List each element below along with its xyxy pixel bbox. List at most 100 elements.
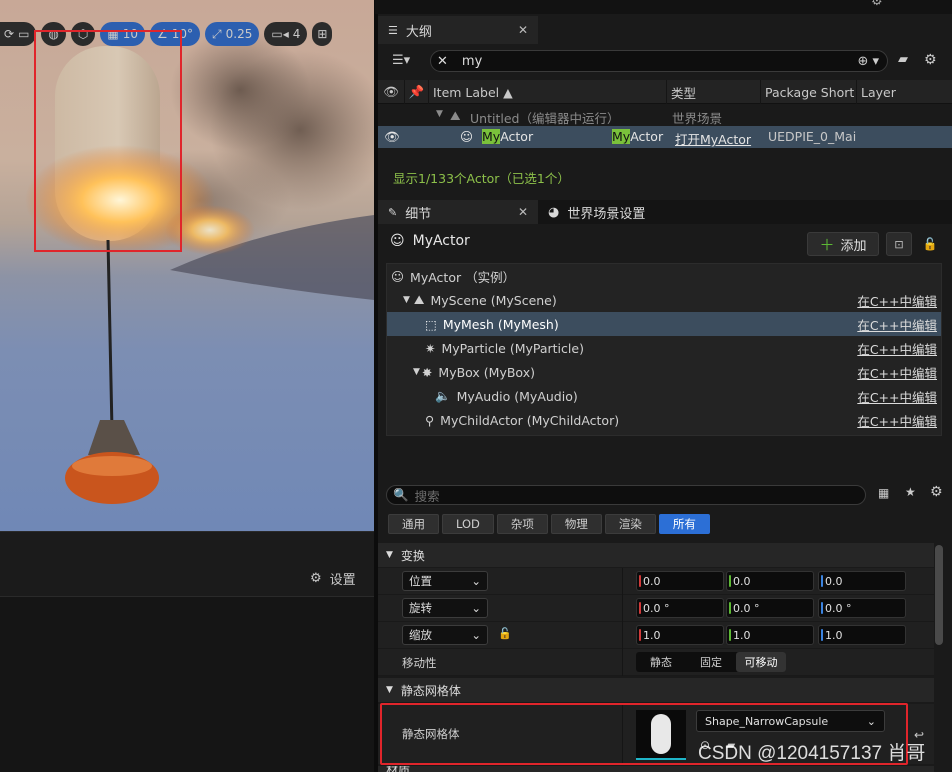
scale-z[interactable]: 1.0 bbox=[818, 625, 906, 645]
section-static-mesh[interactable]: ▼ 静态网格体 bbox=[378, 678, 934, 702]
outliner-toolbar: ☰▾ ✕ my ⊕ ▾ ▰ ⚙ bbox=[378, 48, 952, 76]
component-tree: ☺ MyActor （实例） ▼ ⛰ MyScene (MyScene) 在C+… bbox=[386, 263, 942, 436]
gear-icon[interactable]: ⚙ bbox=[930, 484, 943, 500]
visibility-column[interactable]: 👁 bbox=[378, 80, 404, 104]
filter-icon[interactable]: ☰▾ bbox=[392, 53, 410, 68]
outliner-world-row[interactable]: ▼ ⛰ Untitled（编辑器中运行） 世界场景 bbox=[378, 106, 952, 126]
close-icon[interactable]: ✕ bbox=[518, 205, 528, 219]
add-component-button[interactable]: ＋ 添加 bbox=[807, 232, 879, 256]
clear-search-icon[interactable]: ✕ bbox=[437, 54, 448, 69]
mobility-static[interactable]: 静态 bbox=[636, 652, 686, 672]
column-type[interactable]: 类型 bbox=[666, 80, 760, 104]
mobility-row: 移动性 静态 固定 可移动 bbox=[378, 649, 934, 676]
pin-column[interactable]: 📌 bbox=[404, 80, 428, 104]
outliner-icon: ☰ bbox=[388, 23, 398, 37]
level-viewport[interactable]: ⟳ ▭ ◍ ⬡ ▦ 10 ∠ 10° ⤢ 0.25 ▭◂ 4 ⊞ bbox=[0, 0, 374, 531]
viewport-realtime-button[interactable]: ⟳ ▭ bbox=[0, 22, 37, 46]
add-filter-icon[interactable]: ⊕ ▾ bbox=[857, 54, 879, 69]
eye-icon: 👁 bbox=[383, 84, 399, 99]
scene-icon: ⛰ bbox=[413, 292, 425, 307]
rotation-dropdown[interactable]: 旋转 ⌄ bbox=[402, 598, 488, 618]
close-icon[interactable]: ✕ bbox=[518, 23, 528, 37]
lock-icon[interactable]: 🔓 bbox=[498, 627, 512, 640]
component-row[interactable]: ☺ MyActor （实例） bbox=[387, 264, 941, 288]
scale-x[interactable]: 1.0 bbox=[636, 625, 724, 645]
camera-speed-button[interactable]: ▭◂ 4 bbox=[264, 22, 308, 46]
section-transform[interactable]: ▼ 变换 bbox=[378, 543, 934, 567]
settings-button[interactable]: ⚙ 设置 bbox=[310, 569, 356, 588]
outliner-search[interactable]: ✕ my ⊕ ▾ bbox=[430, 50, 888, 72]
tab-world-settings[interactable]: ◕ 世界场景设置 bbox=[538, 200, 708, 224]
actor-icon: ☺ bbox=[460, 129, 474, 144]
viewport-layout-button[interactable]: ⊞ bbox=[312, 22, 333, 46]
outliner-header: 👁 📌 Item Label ▲ 类型 Package Short I Laye… bbox=[378, 80, 952, 104]
mobility-stationary[interactable]: 固定 bbox=[686, 652, 736, 672]
component-row[interactable]: ⬚ MyMesh (MyMesh) 在C++中编辑 bbox=[387, 312, 941, 336]
globe-icon: ◕ bbox=[548, 204, 560, 220]
component-row[interactable]: ⚲ MyChildActor (MyChildActor) 在C++中编辑 bbox=[387, 408, 941, 432]
location-y[interactable]: 0.0 bbox=[726, 571, 814, 591]
chevron-down-icon[interactable]: ▼ bbox=[403, 295, 410, 305]
tab-outliner[interactable]: ☰ 大纲 ✕ bbox=[378, 16, 538, 44]
scale-dropdown[interactable]: 缩放 ⌄ bbox=[402, 625, 488, 645]
chevron-down-icon: ⌄ bbox=[471, 628, 481, 642]
category-filters: 通用 LOD 杂项 物理 渲染 所有 bbox=[388, 514, 710, 534]
eye-icon[interactable]: 👁 bbox=[384, 129, 400, 145]
rotation-z[interactable]: 0.0 ° bbox=[818, 598, 906, 618]
gear-icon: ⚙ bbox=[310, 571, 322, 586]
star-icon[interactable]: ★ bbox=[905, 485, 916, 499]
pin-icon: 📌 bbox=[408, 84, 425, 99]
mobility-segmented: 静态 固定 可移动 bbox=[636, 652, 786, 672]
outliner-panel: ☰ 大纲 ✕ ☰▾ ✕ my ⊕ ▾ ▰ ⚙ 👁 📌 Item Label ▲ … bbox=[378, 14, 952, 200]
mobility-movable[interactable]: 可移动 bbox=[736, 652, 786, 672]
rotation-y[interactable]: 0.0 ° bbox=[726, 598, 814, 618]
details-panel: ✎ 细节 ✕ ◕ 世界场景设置 ☺ MyActor ＋ 添加 ⊡ 🔓 ☺ MyA… bbox=[378, 200, 952, 772]
component-row[interactable]: ✷ MyParticle (MyParticle) 在C++中编辑 bbox=[387, 336, 941, 360]
edit-in-cpp-link[interactable]: 在C++中编辑 bbox=[857, 315, 937, 334]
blueprint-button[interactable]: ⊡ bbox=[886, 232, 912, 256]
mesh-icon: ⬚ bbox=[425, 316, 437, 332]
new-folder-icon[interactable]: ▰ bbox=[898, 52, 908, 67]
rotation-x[interactable]: 0.0 ° bbox=[636, 598, 724, 618]
edit-in-cpp-link[interactable]: 在C++中编辑 bbox=[857, 411, 937, 430]
column-layer[interactable]: Layer bbox=[856, 80, 952, 104]
filter-misc[interactable]: 杂项 bbox=[496, 514, 548, 534]
filter-physics[interactable]: 物理 bbox=[550, 514, 602, 534]
top-strip: ⚙ bbox=[375, 0, 952, 14]
location-z[interactable]: 0.0 bbox=[818, 571, 906, 591]
section-materials[interactable]: 材质 bbox=[378, 766, 934, 772]
filter-rendering[interactable]: 渲染 bbox=[604, 514, 656, 534]
component-row[interactable]: 🔈 MyAudio (MyAudio) 在C++中编辑 bbox=[387, 384, 941, 408]
open-actor-link[interactable]: 打开MyActor bbox=[675, 129, 751, 148]
outliner-actor-row[interactable]: 👁 ☺ MyActor MyActor 打开MyActor UEDPIE_0_M… bbox=[378, 126, 952, 148]
table-view-icon[interactable]: ▦ bbox=[878, 486, 889, 500]
details-search[interactable]: 🔍 搜索 bbox=[386, 485, 866, 505]
tab-details[interactable]: ✎ 细节 ✕ bbox=[378, 200, 538, 224]
search-icon: 🔍 bbox=[393, 487, 409, 502]
gear-icon[interactable]: ⚙ bbox=[871, 0, 883, 9]
actor-label: MyActor bbox=[482, 129, 534, 144]
edit-in-cpp-link[interactable]: 在C++中编辑 bbox=[857, 387, 937, 406]
edit-in-cpp-link[interactable]: 在C++中编辑 bbox=[857, 291, 937, 310]
lock-button[interactable]: 🔓 bbox=[920, 234, 940, 254]
column-item-label[interactable]: Item Label ▲ bbox=[428, 80, 666, 104]
filter-all[interactable]: 所有 bbox=[658, 514, 710, 534]
chevron-down-icon[interactable]: ▼ bbox=[436, 109, 443, 119]
scale-snap-button[interactable]: ⤢ 0.25 bbox=[205, 22, 260, 46]
edit-in-cpp-link[interactable]: 在C++中编辑 bbox=[857, 363, 937, 382]
scale-y[interactable]: 1.0 bbox=[726, 625, 814, 645]
component-row[interactable]: ▼ ✸ MyBox (MyBox) 在C++中编辑 bbox=[387, 360, 941, 384]
location-x[interactable]: 0.0 bbox=[636, 571, 724, 591]
component-row[interactable]: ▼ ⛰ MyScene (MyScene) 在C++中编辑 bbox=[387, 288, 941, 312]
filter-general[interactable]: 通用 bbox=[388, 514, 439, 534]
column-package[interactable]: Package Short I bbox=[760, 80, 856, 104]
chevron-down-icon[interactable]: ▼ bbox=[413, 367, 420, 377]
filter-lod[interactable]: LOD bbox=[442, 514, 494, 534]
edit-in-cpp-link[interactable]: 在C++中编辑 bbox=[857, 339, 937, 358]
outliner-status: 显示1/133个Actor（已选1个） bbox=[393, 170, 570, 186]
actor-class: MyActor bbox=[612, 129, 664, 144]
gear-icon[interactable]: ⚙ bbox=[924, 52, 937, 68]
plus-icon: ＋ bbox=[819, 235, 835, 254]
details-scrollbar[interactable] bbox=[935, 545, 943, 645]
location-dropdown[interactable]: 位置 ⌄ bbox=[402, 571, 488, 591]
